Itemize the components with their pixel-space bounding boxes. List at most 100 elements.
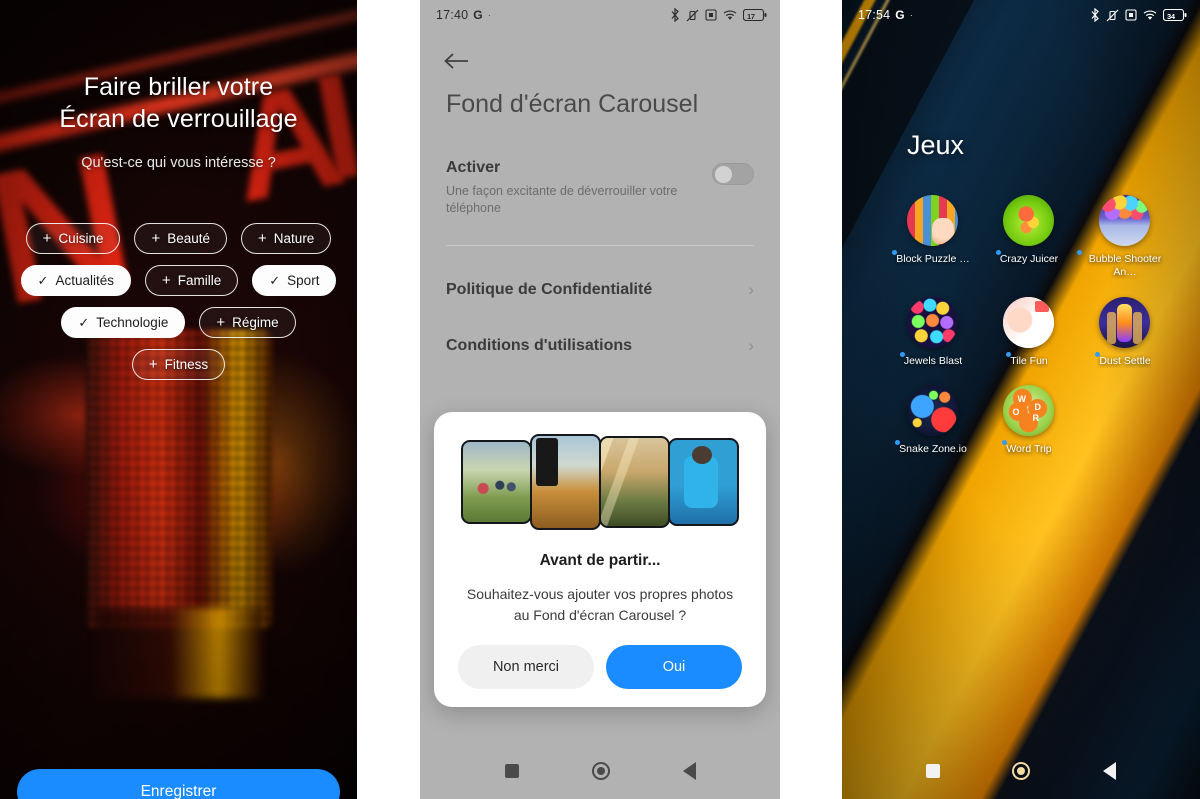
app-crazy-juicer[interactable]: Crazy Juicer xyxy=(980,195,1076,280)
battery-icon: 17 xyxy=(743,9,767,21)
sd-card-icon xyxy=(705,9,717,21)
chip-label: Régime xyxy=(232,315,279,330)
lockscreen-footer: Enregistrer Vous pouvez changer vos inté… xyxy=(0,768,357,799)
chip-sport[interactable]: ✓ Sport xyxy=(252,265,337,296)
app-label: Tile Fun xyxy=(1010,354,1048,367)
privacy-policy-row[interactable]: Politique de Confidentialité › xyxy=(420,262,780,318)
clock: 17:54 xyxy=(858,8,891,22)
bluetooth-icon xyxy=(1091,8,1099,22)
battery-percent: 34 xyxy=(1167,12,1175,21)
interest-chip-group: + Cuisine + Beauté + Nature ✓ Actualités… xyxy=(0,223,357,380)
check-icon: ✓ xyxy=(78,315,90,330)
chip-label: Cuisine xyxy=(58,231,104,246)
app-jewels-blast[interactable]: Jewels Blast xyxy=(884,296,980,368)
terms-row[interactable]: Conditions d'utilisations › xyxy=(420,318,780,374)
plus-icon: + xyxy=(148,356,158,373)
separator-dot: · xyxy=(487,10,492,20)
status-bar-right: 17 xyxy=(670,8,767,22)
plus-icon: + xyxy=(42,230,52,247)
dialog-actions: Non merci Oui xyxy=(452,645,748,691)
chip-row-1: + Cuisine + Beauté + Nature xyxy=(22,223,335,254)
chip-fitness[interactable]: + Fitness xyxy=(131,349,226,380)
vibrate-off-icon xyxy=(1106,9,1119,21)
back-button[interactable] xyxy=(444,46,474,76)
bluetooth-icon xyxy=(671,8,679,22)
home-circle-icon[interactable] xyxy=(591,762,610,780)
recents-square-icon[interactable] xyxy=(926,764,941,778)
terms-label: Conditions d'utilisations xyxy=(446,336,633,354)
app-label-wrap: Crazy Juicer xyxy=(995,246,1058,266)
tile-fun-icon xyxy=(1002,296,1054,348)
chip-regime[interactable]: + Régime xyxy=(199,307,296,338)
wifi-icon xyxy=(723,9,737,20)
panel-carousel-settings: 17:40 G · 17 Fond d'écran Carousel Activ… xyxy=(420,0,780,799)
letter-o: O xyxy=(1012,407,1020,418)
app-label-wrap: Word Trip xyxy=(1002,436,1052,456)
back-triangle-icon[interactable] xyxy=(1102,762,1116,780)
page-subtitle: Qu'est-ce qui vous intéresse ? xyxy=(81,155,276,171)
toggle-knob xyxy=(715,166,732,183)
activate-title: Activer xyxy=(446,159,501,176)
app-word-trip[interactable]: W O R D Word Trip xyxy=(980,385,1076,456)
chip-label: Fitness xyxy=(164,357,209,372)
activate-text-block: Activer Une façon excitante de déverroui… xyxy=(446,159,691,217)
app-label: Jewels Blast xyxy=(903,354,963,367)
app-label-wrap: Jewels Blast xyxy=(899,348,963,368)
chip-beaute[interactable]: + Beauté xyxy=(134,223,228,254)
home-circle-icon[interactable] xyxy=(1012,762,1031,780)
clock: 17:40 xyxy=(436,8,469,22)
chip-row-2: ✓ Actualités + Famille ✓ Sport xyxy=(20,265,337,296)
chevron-right-icon: › xyxy=(748,335,754,355)
chip-label: Technologie xyxy=(96,315,169,330)
photo-thumbnail-strip xyxy=(461,434,739,530)
dialog-title: Avant de partir... xyxy=(539,552,661,569)
plus-icon: + xyxy=(216,314,226,331)
activate-row[interactable]: Activer Une façon excitante de déverroui… xyxy=(446,159,754,217)
navigation-bar xyxy=(420,743,780,799)
vibrate-off-icon xyxy=(686,9,699,21)
crazy-juicer-icon xyxy=(1002,195,1054,246)
plus-icon: + xyxy=(151,230,161,247)
app-grid: Block Puzzle … Crazy Juicer Bubble Shoot… xyxy=(842,195,1200,457)
photo-thumbnail-forest xyxy=(599,436,670,528)
chip-row-3: ✓ Technologie + Régime xyxy=(22,307,335,338)
chip-actualites[interactable]: ✓ Actualités xyxy=(20,265,131,296)
confirm-button[interactable]: Oui xyxy=(606,645,742,689)
recents-square-icon[interactable] xyxy=(504,764,519,778)
app-block-puzzle[interactable]: Block Puzzle … xyxy=(884,195,980,280)
section-divider xyxy=(446,244,754,246)
chip-nature[interactable]: + Nature xyxy=(241,223,332,254)
chip-label: Actualités xyxy=(55,273,114,288)
photo-thumbnail-dog xyxy=(530,434,601,530)
app-tile-fun[interactable]: Tile Fun xyxy=(980,296,1076,368)
photo-thumbnail-family xyxy=(461,440,532,524)
wifi-icon xyxy=(1143,9,1157,20)
app-label: Bubble Shooter An… xyxy=(1088,253,1162,279)
chip-label: Sport xyxy=(287,273,320,288)
status-bar: 17:40 G · 17 xyxy=(420,0,780,30)
status-bar-left: 17:54 G · xyxy=(858,8,913,22)
word-trip-icon: W O R D xyxy=(1002,385,1054,437)
chip-technologie[interactable]: ✓ Technologie xyxy=(61,307,186,338)
app-label: Block Puzzle … xyxy=(896,253,970,265)
app-label-wrap: Block Puzzle … xyxy=(892,246,970,266)
app-label-wrap: Tile Fun xyxy=(1006,348,1048,368)
decline-button[interactable]: Non merci xyxy=(458,645,594,689)
app-label: Word Trip xyxy=(1006,443,1052,456)
plus-icon: + xyxy=(258,230,267,247)
save-button[interactable]: Enregistrer xyxy=(17,768,340,799)
folder-title: Jeux xyxy=(907,130,965,160)
chip-cuisine[interactable]: + Cuisine xyxy=(25,223,121,254)
dialog-body: Souhaitez-vous ajouter vos propres photo… xyxy=(466,586,734,623)
app-bubble-shooter[interactable]: Bubble Shooter An… xyxy=(1076,195,1172,280)
back-arrow-icon xyxy=(444,53,468,69)
page-title-line1: Faire briller votre xyxy=(83,73,274,101)
activate-toggle[interactable] xyxy=(712,163,754,185)
dust-settle-icon xyxy=(1098,296,1150,348)
status-bar-right: 34 xyxy=(1090,8,1187,22)
app-dust-settle[interactable]: Dust Settle xyxy=(1076,296,1172,368)
app-snake-zone[interactable]: Snake Zone.io xyxy=(884,385,980,456)
activate-section: Activer Une façon excitante de déverroui… xyxy=(420,159,780,217)
chip-famille[interactable]: + Famille xyxy=(144,265,239,296)
back-triangle-icon[interactable] xyxy=(682,762,696,780)
